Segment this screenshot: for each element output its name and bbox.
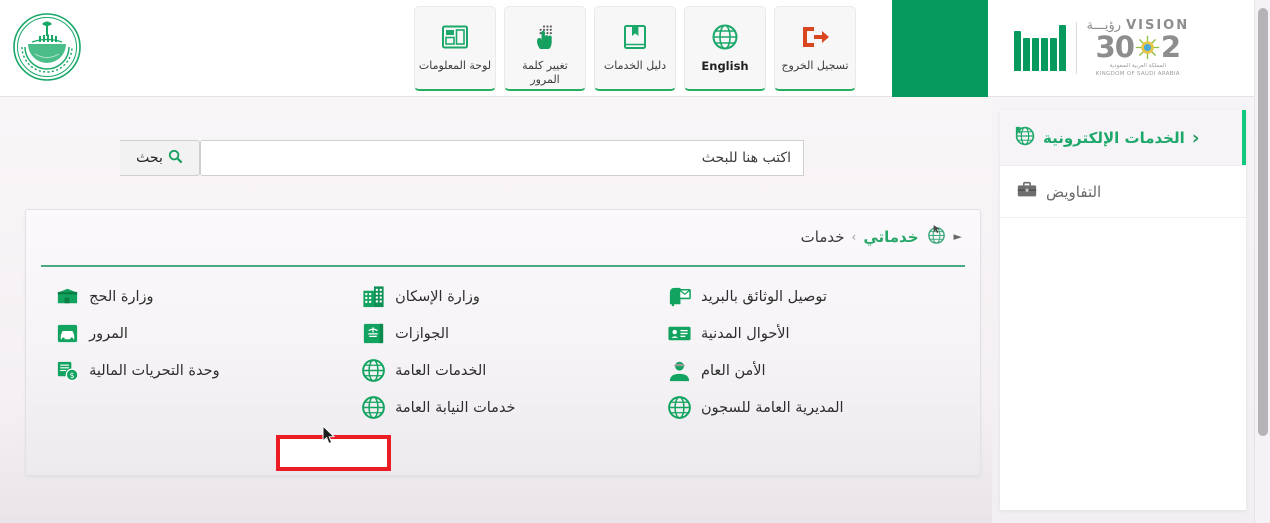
service-item-housing-ministry[interactable]: وزارة الإسكان — [352, 278, 658, 315]
vision-subtitle-arabic: المملكة العربية السعودية — [1109, 62, 1167, 69]
search-bar: بحث — [120, 140, 804, 176]
main-content-area: بحث ► خدماتي › — [0, 97, 992, 523]
globe-icon — [666, 395, 692, 421]
chevron-left-icon[interactable]: ‹ — [1192, 127, 1200, 149]
vision-2030-logo: VISION رؤيـــة 2 30 المملكة العربية السع… — [1087, 18, 1190, 79]
logout-button[interactable]: تسجيل الخروج — [774, 6, 856, 91]
breadcrumb-parent[interactable]: خدمات — [801, 228, 845, 246]
kaaba-icon — [54, 284, 80, 310]
header-green-accent-block — [892, 0, 988, 97]
globe-icon — [360, 395, 386, 421]
financial-documents-icon: $ — [54, 358, 80, 384]
absher-logo — [1014, 25, 1066, 71]
sidebar-card: الخدمات الإلكترونية ‹ التفاويض — [1000, 110, 1246, 510]
vision-number-left: 2 — [1160, 29, 1181, 64]
absher-portal-page: تسجيل الخروج English دليل الخدمات تغيير … — [0, 0, 1270, 523]
breadcrumb-current[interactable]: خدماتي — [863, 228, 918, 246]
brand-divider — [1075, 22, 1077, 74]
service-item-passports[interactable]: الجوازات — [352, 315, 658, 352]
service-item-financial-investigation-unit[interactable]: $ وحدة التحريات المالية — [46, 352, 352, 389]
globe-icon — [711, 18, 739, 56]
passport-icon — [360, 321, 386, 347]
breadcrumb-arrow: ► — [953, 230, 962, 243]
service-label: المرور — [89, 325, 128, 342]
service-label: وزارة الإسكان — [395, 288, 480, 305]
english-label: English — [701, 59, 749, 73]
service-item-prisons-directorate[interactable]: المديرية العامة للسجون — [658, 389, 964, 426]
services-column-1: توصيل الوثائق بالبريد الأحوال المدنية ال… — [658, 278, 964, 426]
service-item-public-security[interactable]: الأمن العام — [658, 352, 964, 389]
service-label: المديرية العامة للسجون — [701, 399, 844, 416]
fingerprint-touch-icon — [531, 18, 559, 56]
id-card-icon — [666, 321, 692, 347]
building-icon — [360, 284, 386, 310]
vision-palm-emblem — [1135, 35, 1160, 59]
dashboard-button[interactable]: لوحة المعلومات — [414, 6, 496, 91]
right-sidebar: الخدمات الإلكترونية ‹ التفاويض — [992, 97, 1254, 523]
globe-cursor-icon — [926, 224, 947, 249]
services-column-2: وزارة الإسكان الجوازات الخدمات العامة خد… — [352, 278, 658, 426]
logout-icon — [800, 18, 830, 56]
english-language-button[interactable]: English — [684, 6, 766, 91]
service-item-traffic[interactable]: المرور — [46, 315, 352, 352]
scrollbar-thumb[interactable] — [1258, 8, 1268, 436]
search-input[interactable] — [200, 140, 804, 176]
services-grid: توصيل الوثائق بالبريد الأحوال المدنية ال… — [46, 278, 964, 426]
service-label: الجوازات — [395, 325, 450, 342]
services-guide-label: دليل الخدمات — [603, 59, 667, 72]
breadcrumb-separator: › — [851, 229, 857, 244]
service-item-mail-documents[interactable]: توصيل الوثائق بالبريد — [658, 278, 964, 315]
globe-badge-icon — [1014, 125, 1036, 151]
logout-label: تسجيل الخروج — [781, 59, 849, 72]
vision-number-right: 30 — [1095, 29, 1135, 64]
services-guide-button[interactable]: دليل الخدمات — [594, 6, 676, 91]
book-icon — [621, 18, 649, 56]
service-label: وزارة الحج — [89, 288, 154, 305]
card-divider — [41, 265, 965, 267]
services-card: ► خدماتي › خدمات توصيل الوثائق بالبريد ا… — [25, 209, 981, 476]
sidebar-item-label: التفاويض — [1046, 182, 1102, 201]
services-column-3: وزارة الحج المرور $ وحدة التحريات المالي… — [46, 278, 352, 426]
police-officer-icon — [666, 358, 692, 384]
traffic-icon — [54, 321, 80, 347]
sidebar-item-delegations[interactable]: التفاويض — [1000, 166, 1246, 218]
page-scrollbar[interactable] — [1254, 0, 1270, 523]
change-password-label: تغيير كلمة المرور — [522, 59, 568, 86]
sidebar-item-electronic-services[interactable]: الخدمات الإلكترونية ‹ — [1000, 110, 1246, 166]
mouse-cursor-icon — [322, 424, 336, 449]
briefcase-icon — [1016, 179, 1038, 205]
vision-subtitle-english: KINGDOM OF SAUDI ARABIA — [1095, 71, 1180, 77]
service-label: الأحوال المدنية — [701, 325, 790, 342]
service-item-hajj-ministry[interactable]: وزارة الحج — [46, 278, 352, 315]
service-label: خدمات النيابة العامة — [395, 399, 516, 416]
service-label: توصيل الوثائق بالبريد — [701, 288, 827, 305]
service-item-civil-affairs[interactable]: الأحوال المدنية — [658, 315, 964, 352]
dashboard-label: لوحة المعلومات — [418, 59, 492, 72]
svg-text:$: $ — [69, 371, 74, 380]
service-label: الخدمات العامة — [395, 362, 487, 379]
breadcrumb: ► خدماتي › خدمات — [801, 224, 962, 249]
service-label: الأمن العام — [701, 362, 766, 379]
globe-icon — [360, 358, 386, 384]
saudi-ministry-of-interior-emblem — [8, 8, 86, 86]
dashboard-icon — [441, 18, 469, 56]
service-label: وحدة التحريات المالية — [89, 362, 220, 379]
search-button[interactable]: بحث — [120, 140, 200, 176]
header-nav-buttons: تسجيل الخروج English دليل الخدمات تغيير … — [414, 6, 856, 91]
mailbox-icon — [666, 284, 692, 310]
brand-logos: VISION رؤيـــة 2 30 المملكة العربية السع… — [1000, 0, 1254, 96]
sidebar-header-label: الخدمات الإلكترونية — [1043, 128, 1185, 147]
search-button-label: بحث — [136, 150, 163, 166]
site-header: تسجيل الخروج English دليل الخدمات تغيير … — [0, 0, 1262, 97]
service-item-public-services[interactable]: الخدمات العامة — [352, 352, 658, 389]
search-icon — [168, 149, 183, 168]
service-item-public-prosecution[interactable]: خدمات النيابة العامة — [352, 389, 658, 426]
change-password-button[interactable]: تغيير كلمة المرور — [504, 6, 586, 91]
